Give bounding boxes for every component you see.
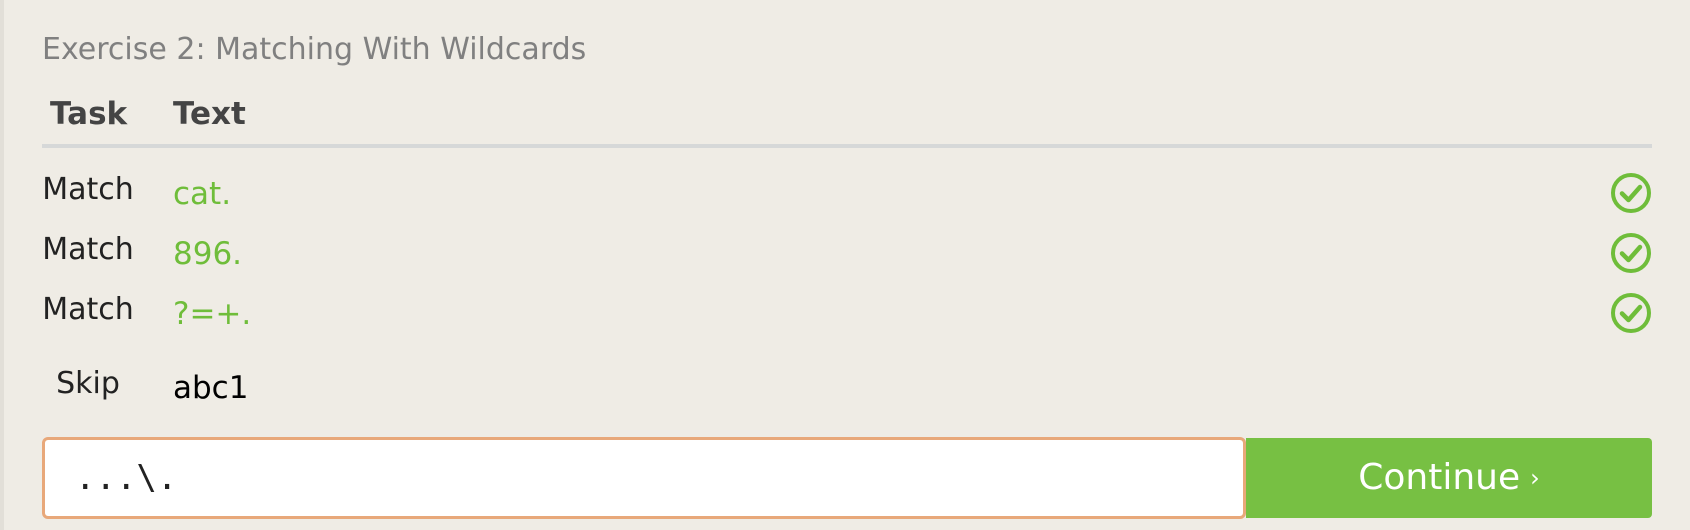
row-text: ?=+.	[173, 296, 252, 332]
row-task: Match	[42, 292, 134, 327]
check-circle-icon	[1611, 233, 1651, 273]
regex-answer-input[interactable]	[42, 437, 1246, 519]
row-task: Skip	[56, 366, 120, 401]
header-divider	[42, 144, 1652, 148]
table-row: Match ?=+.	[42, 290, 1652, 350]
row-task: Match	[42, 232, 134, 267]
panel-edge	[0, 0, 4, 530]
exercise-panel: Exercise 2: Matching With Wildcards Task…	[0, 0, 1690, 530]
row-text: abc1	[173, 370, 249, 406]
text-column-header: Text	[173, 96, 246, 132]
row-task: Match	[42, 172, 134, 207]
check-circle-icon	[1611, 173, 1651, 213]
table-header: Task Text	[42, 94, 1652, 142]
row-text: 896.	[173, 236, 243, 272]
row-text: cat.	[173, 176, 232, 212]
table-row: Skip abc1	[42, 364, 1652, 424]
continue-button[interactable]: Continue ›	[1246, 438, 1652, 518]
table-row: Match cat.	[42, 170, 1652, 230]
task-column-header: Task	[50, 96, 128, 132]
exercise-title: Exercise 2: Matching With Wildcards	[42, 32, 587, 67]
continue-button-label: Continue	[1358, 457, 1521, 498]
check-circle-icon	[1611, 293, 1651, 333]
chevron-right-icon: ›	[1530, 464, 1540, 492]
table-row: Match 896.	[42, 230, 1652, 290]
